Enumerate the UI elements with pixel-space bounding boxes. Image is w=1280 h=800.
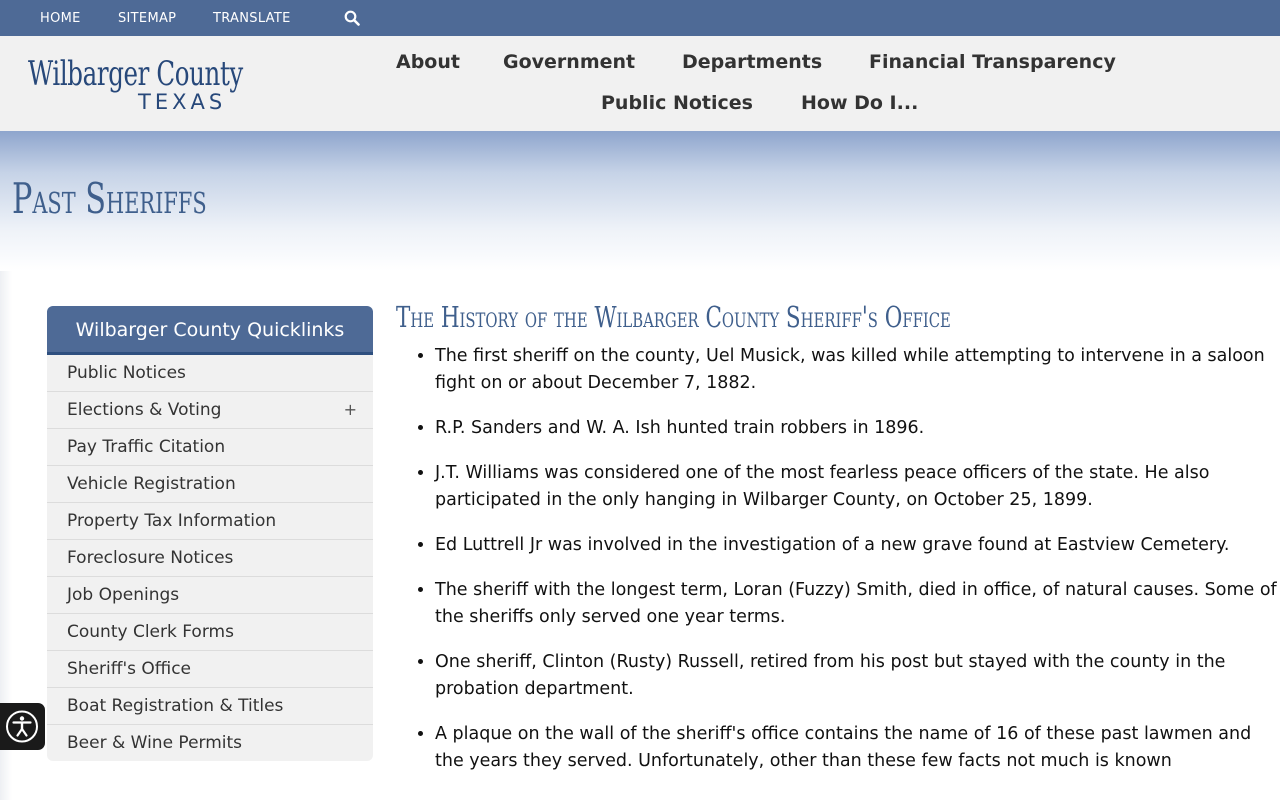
quicklinks-header: Wilbarger County Quicklinks xyxy=(47,306,373,355)
nav-departments[interactable]: Departments xyxy=(682,51,822,73)
logo-state: TEXAS xyxy=(138,90,227,114)
content-heading: The History of the Wilbarger County Sher… xyxy=(396,300,951,334)
quicklink-property-tax[interactable]: Property Tax Information xyxy=(47,503,373,540)
quicklink-elections-voting[interactable]: Elections & Voting + xyxy=(47,392,373,429)
nav-financial-transparency[interactable]: Financial Transparency xyxy=(869,51,1116,73)
county-logo[interactable]: Wilbarger County TEXAS xyxy=(28,54,258,118)
quicklink-label: Beer & Wine Permits xyxy=(67,733,243,753)
quicklink-label: Public Notices xyxy=(67,363,186,383)
quicklinks-panel: Wilbarger County Quicklinks Public Notic… xyxy=(47,306,373,761)
quicklink-label: County Clerk Forms xyxy=(67,622,234,642)
list-item: J.T. Williams was considered one of the … xyxy=(435,460,1280,514)
quicklink-label: Foreclosure Notices xyxy=(67,548,234,568)
quicklink-label: Sheriff's Office xyxy=(67,659,192,679)
quicklink-county-clerk-forms[interactable]: County Clerk Forms xyxy=(47,614,373,651)
list-item: One sheriff, Clinton (Rusty) Russell, re… xyxy=(435,649,1280,703)
quicklink-foreclosure-notices[interactable]: Foreclosure Notices xyxy=(47,540,373,577)
quicklink-sheriffs-office[interactable]: Sheriff's Office xyxy=(47,651,373,688)
search-icon[interactable] xyxy=(344,10,360,26)
home-link[interactable]: HOME xyxy=(40,11,81,26)
list-item: A plaque on the wall of the sheriff's of… xyxy=(435,721,1280,775)
quicklink-boat-registration[interactable]: Boat Registration & Titles xyxy=(47,688,373,725)
page-banner: Past Sheriffs xyxy=(0,131,1280,271)
quicklink-label: Vehicle Registration xyxy=(67,474,236,494)
quicklink-label: Job Openings xyxy=(67,585,180,605)
site-header: Wilbarger County TEXAS About Government … xyxy=(0,36,1280,131)
list-item: The sheriff with the longest term, Loran… xyxy=(435,577,1280,631)
nav-public-notices[interactable]: Public Notices xyxy=(601,92,753,114)
list-item: Ed Luttrell Jr was involved in the inves… xyxy=(435,532,1280,559)
nav-government[interactable]: Government xyxy=(503,51,635,73)
quicklink-public-notices[interactable]: Public Notices xyxy=(47,355,373,392)
page-title: Past Sheriffs xyxy=(12,174,207,223)
nav-how-do-i[interactable]: How Do I... xyxy=(801,92,918,114)
sheriff-history-list: The first sheriff on the county, Uel Mus… xyxy=(395,343,1280,793)
list-item: The first sheriff on the county, Uel Mus… xyxy=(435,343,1280,397)
quicklinks-list: Public Notices Elections & Voting + Pay T… xyxy=(47,355,373,761)
sitemap-link[interactable]: SITEMAP xyxy=(118,11,176,26)
nav-about[interactable]: About xyxy=(396,51,460,73)
quicklink-label: Property Tax Information xyxy=(67,511,277,531)
accessibility-icon xyxy=(6,710,38,743)
list-item: R.P. Sanders and W. A. Ish hunted train … xyxy=(435,415,1280,442)
logo-county-name: Wilbarger County xyxy=(28,54,243,94)
quicklink-beer-wine-permits[interactable]: Beer & Wine Permits xyxy=(47,725,373,761)
top-utility-bar: HOME SITEMAP TRANSLATE xyxy=(0,0,1280,36)
quicklink-label: Elections & Voting xyxy=(67,400,222,420)
expand-plus-icon[interactable]: + xyxy=(344,392,357,428)
quicklink-label: Boat Registration & Titles xyxy=(67,696,284,716)
accessibility-button[interactable] xyxy=(0,703,45,750)
quicklink-vehicle-registration[interactable]: Vehicle Registration xyxy=(47,466,373,503)
translate-link[interactable]: TRANSLATE xyxy=(213,11,291,26)
quicklink-job-openings[interactable]: Job Openings xyxy=(47,577,373,614)
quicklink-pay-traffic-citation[interactable]: Pay Traffic Citation xyxy=(47,429,373,466)
quicklink-label: Pay Traffic Citation xyxy=(67,437,226,457)
